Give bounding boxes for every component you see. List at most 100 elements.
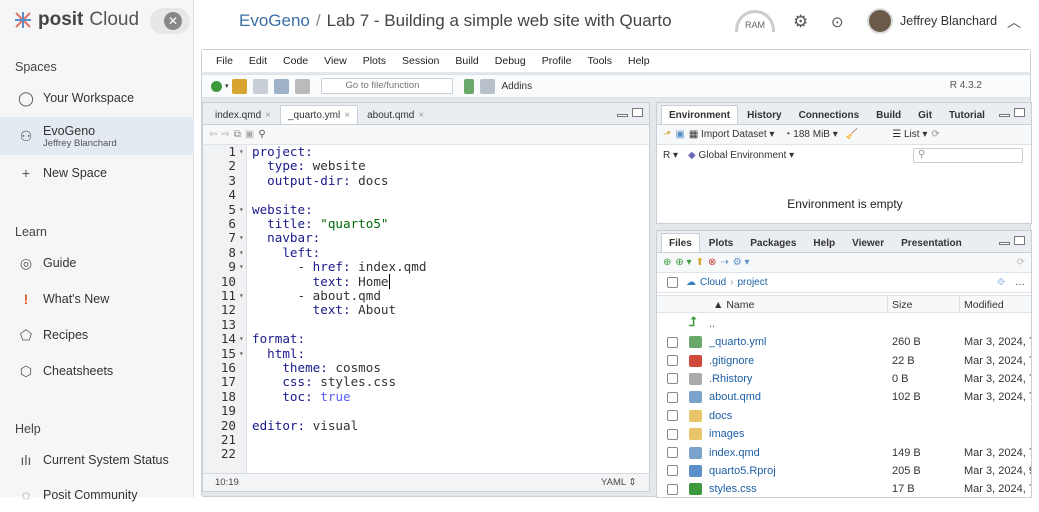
back-icon[interactable]: ⇦ [209, 129, 217, 140]
more-gear-icon[interactable]: ⚙ ▾ [733, 257, 750, 268]
minimize-icon[interactable] [617, 114, 628, 117]
refresh-icon[interactable]: ⟳ [931, 129, 939, 140]
file-checkbox[interactable] [667, 336, 678, 348]
minimize-icon[interactable] [999, 114, 1010, 117]
file-checkbox[interactable] [667, 465, 678, 477]
file-name[interactable]: .Rhistory [709, 373, 752, 385]
tab-quarto-yml[interactable]: _quarto.yml × [279, 105, 359, 124]
file-name[interactable]: images [709, 428, 744, 440]
language-select[interactable]: R ▾ [663, 150, 678, 161]
scope-select[interactable]: ◆ Global Environment ▾ [688, 150, 794, 161]
path-project[interactable]: project [737, 277, 767, 288]
show-in-window-icon[interactable]: ⧉ [234, 129, 241, 140]
fold-toggle-icon[interactable]: ▾ [239, 289, 244, 303]
maximize-icon[interactable] [1014, 236, 1025, 245]
menu-help[interactable]: Help [628, 55, 650, 67]
sort-size-header[interactable]: Size [887, 296, 912, 312]
file-name[interactable]: docs [709, 410, 732, 422]
fold-toggle-icon[interactable]: ▾ [239, 203, 244, 217]
close-icon[interactable]: × [265, 110, 271, 121]
save-icon[interactable]: ▣ [245, 129, 254, 140]
file-row[interactable]: about.qmd 102 B Mar 3, 2024, 7 [657, 388, 1031, 406]
nav-new-space[interactable]: + New Space [0, 156, 194, 190]
menu-debug[interactable]: Debug [495, 55, 526, 67]
menu-session[interactable]: Session [402, 55, 439, 67]
file-checkbox[interactable] [667, 373, 678, 385]
nav-recipes[interactable]: ⬠ Recipes [0, 318, 194, 352]
file-row[interactable]: _quarto.yml 260 B Mar 3, 2024, 7 [657, 333, 1031, 351]
refresh-icon[interactable]: ⟳ [1017, 257, 1025, 268]
path-cloud[interactable]: Cloud [700, 277, 726, 288]
sort-modified-header[interactable]: Modified [959, 296, 1004, 312]
tab-files[interactable]: Files [661, 233, 700, 252]
nav-whats-new[interactable]: ! What's New [0, 282, 194, 316]
more-icon[interactable]: … [1015, 277, 1025, 288]
nav-posit-community[interactable]: ◌ Posit Community [0, 478, 194, 512]
file-checkbox[interactable] [667, 355, 678, 367]
sort-name-header[interactable]: ▲ Name [713, 299, 754, 311]
search-icon[interactable]: ⚲ [258, 129, 265, 140]
menu-profile[interactable]: Profile [542, 55, 572, 67]
chevron-up-icon[interactable]: ︿ [1007, 12, 1021, 32]
tab-git[interactable]: Git [910, 105, 940, 124]
addins-menu[interactable]: Addins [502, 81, 533, 92]
fold-toggle-icon[interactable]: ▾ [239, 145, 244, 159]
fold-toggle-icon[interactable]: ▾ [239, 332, 244, 346]
tab-help[interactable]: Help [805, 233, 843, 252]
save-icon[interactable] [252, 78, 268, 94]
parent-dir-label[interactable]: .. [709, 318, 715, 330]
tab-connections[interactable]: Connections [791, 105, 868, 124]
tab-presentation[interactable]: Presentation [893, 233, 970, 252]
vcs-icon[interactable] [463, 78, 474, 94]
tab-index-qmd[interactable]: index.qmd × [207, 105, 279, 124]
fold-toggle-icon[interactable]: ▾ [239, 260, 244, 274]
new-blank-file-icon[interactable]: ⊕ ▾ [675, 257, 691, 268]
close-icon[interactable]: × [418, 110, 424, 121]
rename-icon[interactable]: ⇢ [720, 257, 728, 268]
menu-build[interactable]: Build [455, 55, 478, 67]
file-name[interactable]: styles.css [709, 483, 757, 495]
tab-viewer[interactable]: Viewer [844, 233, 892, 252]
r-version[interactable]: R 4.3.2 [950, 80, 982, 91]
fold-toggle-icon[interactable]: ▾ [239, 246, 244, 260]
forward-icon[interactable]: ⇨ [221, 129, 229, 140]
nav-guide[interactable]: ◎ Guide [0, 246, 194, 280]
env-search-input[interactable]: ⚲ [913, 147, 1023, 163]
ram-gauge[interactable]: RAM [735, 10, 775, 32]
tab-about-qmd[interactable]: about.qmd × [359, 105, 432, 124]
file-checkbox[interactable] [667, 428, 678, 440]
save-workspace-icon[interactable]: ▣ [675, 129, 684, 140]
grid-icon[interactable] [479, 78, 495, 94]
posit-logo[interactable]: posit Cloud [14, 9, 139, 31]
parent-dir-row[interactable]: ⮥ .. [657, 314, 1031, 333]
menu-file[interactable]: File [216, 55, 233, 67]
fold-toggle-icon[interactable]: ▾ [239, 347, 244, 361]
nav-evogeno-space[interactable]: ⚇ EvoGeno Jeffrey Blanchard [0, 117, 194, 155]
goto-file-input[interactable]: Go to file/function [320, 78, 453, 94]
code-editor[interactable]: 1 ▾ project: 2 type: website 3 output-dir: d… [203, 144, 649, 475]
file-name[interactable]: _quarto.yml [709, 336, 766, 348]
file-row[interactable]: styles.css 17 B Mar 3, 2024, 7 [657, 480, 1031, 497]
user-menu[interactable]: Jeffrey Blanchard [867, 8, 997, 34]
tab-build[interactable]: Build [868, 105, 909, 124]
open-file-icon[interactable] [231, 78, 247, 94]
file-name[interactable]: index.qmd [709, 447, 760, 459]
maximize-icon[interactable] [1014, 108, 1025, 117]
file-row[interactable]: quarto5.Rproj 205 B Mar 3, 2024, 9 [657, 462, 1031, 480]
dropdown-icon[interactable]: ▾ [225, 82, 229, 90]
nav-system-status[interactable]: ılı Current System Status [0, 443, 194, 477]
language-selector[interactable]: YAML ⇕ [601, 477, 636, 488]
save-all-icon[interactable] [273, 78, 289, 94]
menu-plots[interactable]: Plots [363, 55, 386, 67]
file-name[interactable]: about.qmd [709, 391, 761, 403]
file-checkbox[interactable] [667, 483, 678, 495]
file-name[interactable]: quarto5.Rproj [709, 465, 776, 477]
nav-your-workspace[interactable]: ◯ Your Workspace [0, 81, 194, 115]
file-row[interactable]: .gitignore 22 B Mar 3, 2024, 7 [657, 351, 1031, 369]
import-dataset-button[interactable]: ▦ Import Dataset ▾ [689, 129, 775, 140]
broom-icon[interactable]: 🧹 [846, 129, 858, 140]
file-row[interactable]: index.qmd 149 B Mar 3, 2024, 7 [657, 443, 1031, 461]
select-all-checkbox[interactable] [667, 277, 678, 288]
tab-environment[interactable]: Environment [661, 105, 739, 124]
gear-icon[interactable]: ⚙ [793, 12, 808, 32]
